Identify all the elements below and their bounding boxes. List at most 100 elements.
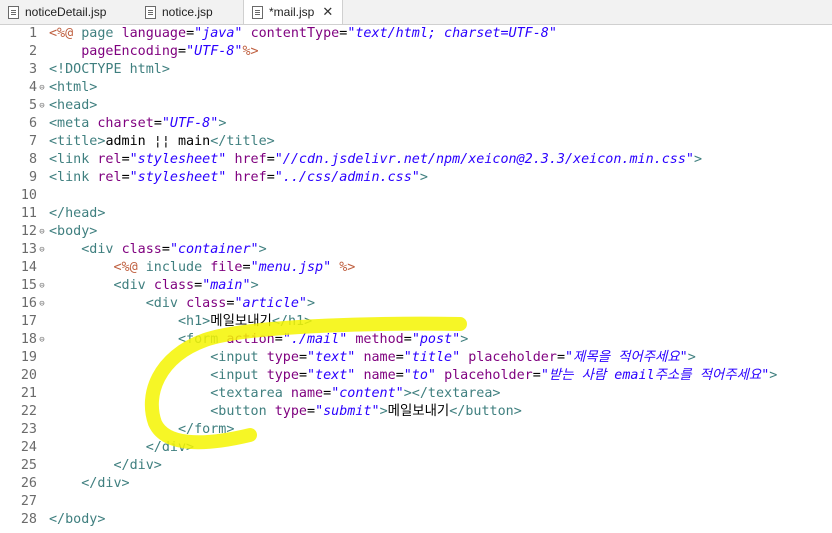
code-text: <form action="./mail" method="post"> xyxy=(178,332,469,347)
code-text: <div class="article"> xyxy=(145,296,316,311)
code-text: </div> xyxy=(81,476,130,491)
code-editor[interactable]: 1 <%@ page language="java" contentType="t… xyxy=(0,25,832,533)
line-number: 20 xyxy=(20,368,37,383)
line-number: 1 xyxy=(28,26,37,41)
code-text: </div> xyxy=(113,458,162,473)
line-number: 5 xyxy=(28,98,37,113)
code-line[interactable]: 19 <input type="text" name="title" place… xyxy=(0,349,832,367)
code-text: </body> xyxy=(49,512,106,527)
code-line[interactable]: 1 <%@ page language="java" contentType="t… xyxy=(0,25,832,43)
code-text: <link rel="stylesheet" href="//cdn.jsdel… xyxy=(49,152,703,167)
line-number: 13 xyxy=(20,242,37,257)
code-line[interactable]: 25 </div> xyxy=(0,457,832,475)
tab-mail-jsp[interactable]: *mail.jsp ✕ xyxy=(243,0,343,24)
line-number: 24 xyxy=(20,440,37,455)
code-line[interactable]: 8 <link rel="stylesheet" href="//cdn.jsde… xyxy=(0,151,832,169)
code-line[interactable]: 21 <textarea name="content"></textarea> xyxy=(0,385,832,403)
line-number: 8 xyxy=(28,152,37,167)
code-text: </div> xyxy=(145,440,195,455)
line-number: 21 xyxy=(20,386,37,401)
line-number: 15 xyxy=(20,278,37,293)
code-text: pageEncoding="UTF-8"%> xyxy=(81,44,259,59)
code-text: <div class="container"> xyxy=(81,242,267,257)
line-number: 2 xyxy=(28,44,37,59)
code-text: <meta charset="UTF-8"> xyxy=(49,116,227,131)
code-line[interactable]: 11 </head> xyxy=(0,205,832,223)
fold-toggle-icon[interactable]: ⊖ xyxy=(37,295,47,313)
fold-toggle-icon[interactable]: ⊖ xyxy=(37,241,47,259)
code-line[interactable]: 17 <h1>메일보내기</h1> xyxy=(0,313,832,331)
code-line[interactable]: 2 pageEncoding="UTF-8"%> xyxy=(0,43,832,61)
tab-label: noticeDetail.jsp xyxy=(25,5,107,19)
code-line[interactable]: 9 <link rel="stylesheet" href="../css/adm… xyxy=(0,169,832,187)
line-number: 23 xyxy=(20,422,37,437)
code-line[interactable]: 20 <input type="text" name="to" placehol… xyxy=(0,367,832,385)
code-line[interactable]: 12 ⊖ <body> xyxy=(0,223,832,241)
code-line[interactable]: 7 <title>admin ¦¦ main</title> xyxy=(0,133,832,151)
code-line[interactable]: 18 ⊖ <form action="./mail" method="post"> xyxy=(0,331,832,349)
code-line[interactable]: 27 xyxy=(0,493,832,511)
code-text: <html> xyxy=(49,80,98,95)
line-number: 22 xyxy=(20,404,37,419)
line-number: 6 xyxy=(28,116,37,131)
line-number: 9 xyxy=(28,170,37,185)
code-text: <!DOCTYPE html> xyxy=(49,62,170,77)
fold-toggle-icon[interactable]: ⊖ xyxy=(37,277,47,295)
line-number: 28 xyxy=(20,512,37,527)
line-number: 25 xyxy=(20,458,37,473)
line-number: 3 xyxy=(28,62,37,77)
code-text: <title>admin ¦¦ main</title> xyxy=(49,134,275,149)
fold-toggle-icon[interactable]: ⊖ xyxy=(37,79,47,97)
code-line[interactable]: 5 ⊖ <head> xyxy=(0,97,832,115)
code-line[interactable]: 24 </div> xyxy=(0,439,832,457)
code-text: <link rel="stylesheet" href="../css/admi… xyxy=(49,170,428,185)
code-line[interactable]: 14 <%@ include file="menu.jsp" %> xyxy=(0,259,832,277)
code-text: <button type="submit">메일보내기</button> xyxy=(210,404,522,419)
code-text: <head> xyxy=(49,98,98,113)
line-number: 17 xyxy=(20,314,37,329)
code-text: <%@ include file="menu.jsp" %> xyxy=(113,260,356,275)
line-number: 10 xyxy=(20,188,37,203)
tab-notice-jsp[interactable]: notice.jsp xyxy=(137,0,237,24)
editor-tab-bar: noticeDetail.jsp notice.jsp *mail.jsp ✕ xyxy=(0,0,832,25)
code-text: <textarea name="content"></textarea> xyxy=(210,386,501,401)
line-number: 26 xyxy=(20,476,37,491)
file-icon xyxy=(8,5,19,19)
line-number: 11 xyxy=(20,206,37,221)
code-line[interactable]: 3 <!DOCTYPE html> xyxy=(0,61,832,79)
code-text: </form> xyxy=(178,422,235,437)
line-number: 16 xyxy=(20,296,37,311)
line-number: 14 xyxy=(20,260,37,275)
tab-label: *mail.jsp xyxy=(269,5,315,19)
code-line[interactable]: 4 ⊖ <html> xyxy=(0,79,832,97)
code-line[interactable]: 10 xyxy=(0,187,832,205)
code-text: <%@ page language="java" contentType="te… xyxy=(49,26,557,41)
code-text: <h1>메일보내기</h1> xyxy=(178,314,313,329)
code-line[interactable]: 13 ⊖ <div class="container"> xyxy=(0,241,832,259)
line-number: 18 xyxy=(20,332,37,347)
fold-toggle-icon[interactable]: ⊖ xyxy=(37,331,47,349)
code-text: </head> xyxy=(49,206,106,221)
tab-noticedetail-jsp[interactable]: noticeDetail.jsp xyxy=(0,0,133,24)
fold-toggle-icon[interactable]: ⊖ xyxy=(37,223,47,241)
code-line[interactable]: 22 <button type="submit">메일보내기</button> xyxy=(0,403,832,421)
code-text: <input type="text" name="to" placeholder… xyxy=(210,368,778,383)
code-text: <body> xyxy=(49,224,98,239)
line-number: 7 xyxy=(28,134,37,149)
code-line[interactable]: 16 ⊖ <div class="article"> xyxy=(0,295,832,313)
code-line[interactable]: 28 </body> xyxy=(0,511,832,529)
code-line[interactable]: 6 <meta charset="UTF-8"> xyxy=(0,115,832,133)
line-number: 4 xyxy=(28,80,37,95)
fold-toggle-icon[interactable]: ⊖ xyxy=(37,97,47,115)
line-number: 12 xyxy=(20,224,37,239)
code-line[interactable]: 26 </div> xyxy=(0,475,832,493)
file-icon xyxy=(145,5,156,19)
line-number: 19 xyxy=(20,350,37,365)
code-text: <div class="main"> xyxy=(113,278,259,293)
code-line[interactable]: 15 ⊖ <div class="main"> xyxy=(0,277,832,295)
close-icon[interactable]: ✕ xyxy=(322,4,333,20)
file-icon xyxy=(252,5,263,19)
tab-label: notice.jsp xyxy=(162,5,213,19)
code-line[interactable]: 23 </form> xyxy=(0,421,832,439)
code-text: <input type="text" name="title" placehol… xyxy=(210,350,696,365)
